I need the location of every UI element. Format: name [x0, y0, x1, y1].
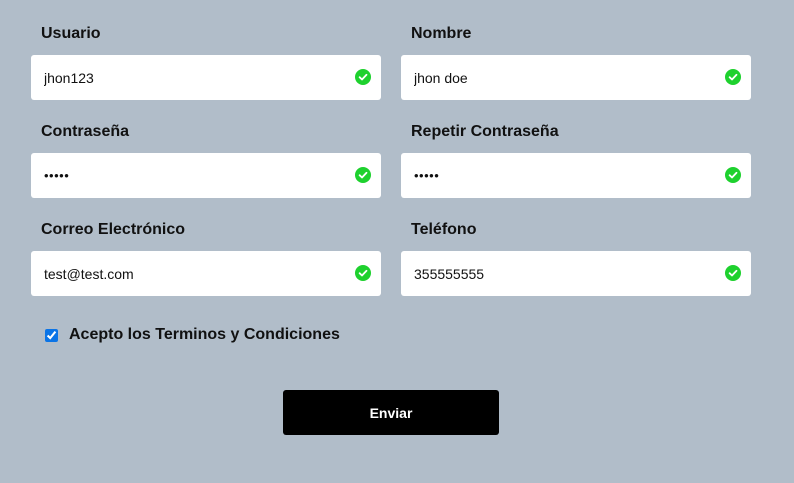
- email-group: Correo Electrónico: [31, 218, 381, 296]
- name-group: Nombre: [401, 22, 751, 100]
- username-input[interactable]: [31, 55, 381, 100]
- terms-checkbox[interactable]: [45, 328, 58, 342]
- repeat-password-field-wrapper: [401, 153, 751, 198]
- check-circle-icon: [725, 69, 741, 85]
- phone-label: Teléfono: [411, 221, 477, 238]
- check-circle-icon: [725, 167, 741, 183]
- submit-button[interactable]: Enviar: [283, 390, 499, 435]
- check-circle-icon: [355, 265, 371, 281]
- phone-group: Teléfono: [401, 218, 751, 296]
- check-circle-icon: [355, 167, 371, 183]
- username-group: Usuario: [31, 22, 381, 100]
- username-field-wrapper: [31, 55, 381, 100]
- name-label: Nombre: [411, 25, 472, 42]
- repeat-password-input[interactable]: [401, 153, 751, 198]
- email-field-wrapper: [31, 251, 381, 296]
- name-field-wrapper: [401, 55, 751, 100]
- phone-input[interactable]: [401, 251, 751, 296]
- name-input[interactable]: [401, 55, 751, 100]
- email-label: Correo Electrónico: [41, 221, 186, 238]
- username-label: Usuario: [41, 25, 101, 42]
- repeat-password-group: Repetir Contraseña: [401, 120, 751, 198]
- terms-row[interactable]: Acepto los Terminos y Condiciones: [31, 326, 751, 344]
- password-label: Contraseña: [41, 123, 130, 140]
- email-input[interactable]: [31, 251, 381, 296]
- phone-field-wrapper: [401, 251, 751, 296]
- password-input[interactable]: [31, 153, 381, 198]
- terms-label: Acepto los Terminos y Condiciones: [69, 326, 340, 343]
- check-circle-icon: [725, 265, 741, 281]
- password-group: Contraseña: [31, 120, 381, 198]
- password-field-wrapper: [31, 153, 381, 198]
- check-circle-icon: [355, 69, 371, 85]
- registration-form: Usuario Nombre Contraseña: [31, 22, 751, 344]
- repeat-password-label: Repetir Contraseña: [411, 123, 559, 140]
- form-fields-grid: Usuario Nombre Contraseña: [31, 22, 751, 296]
